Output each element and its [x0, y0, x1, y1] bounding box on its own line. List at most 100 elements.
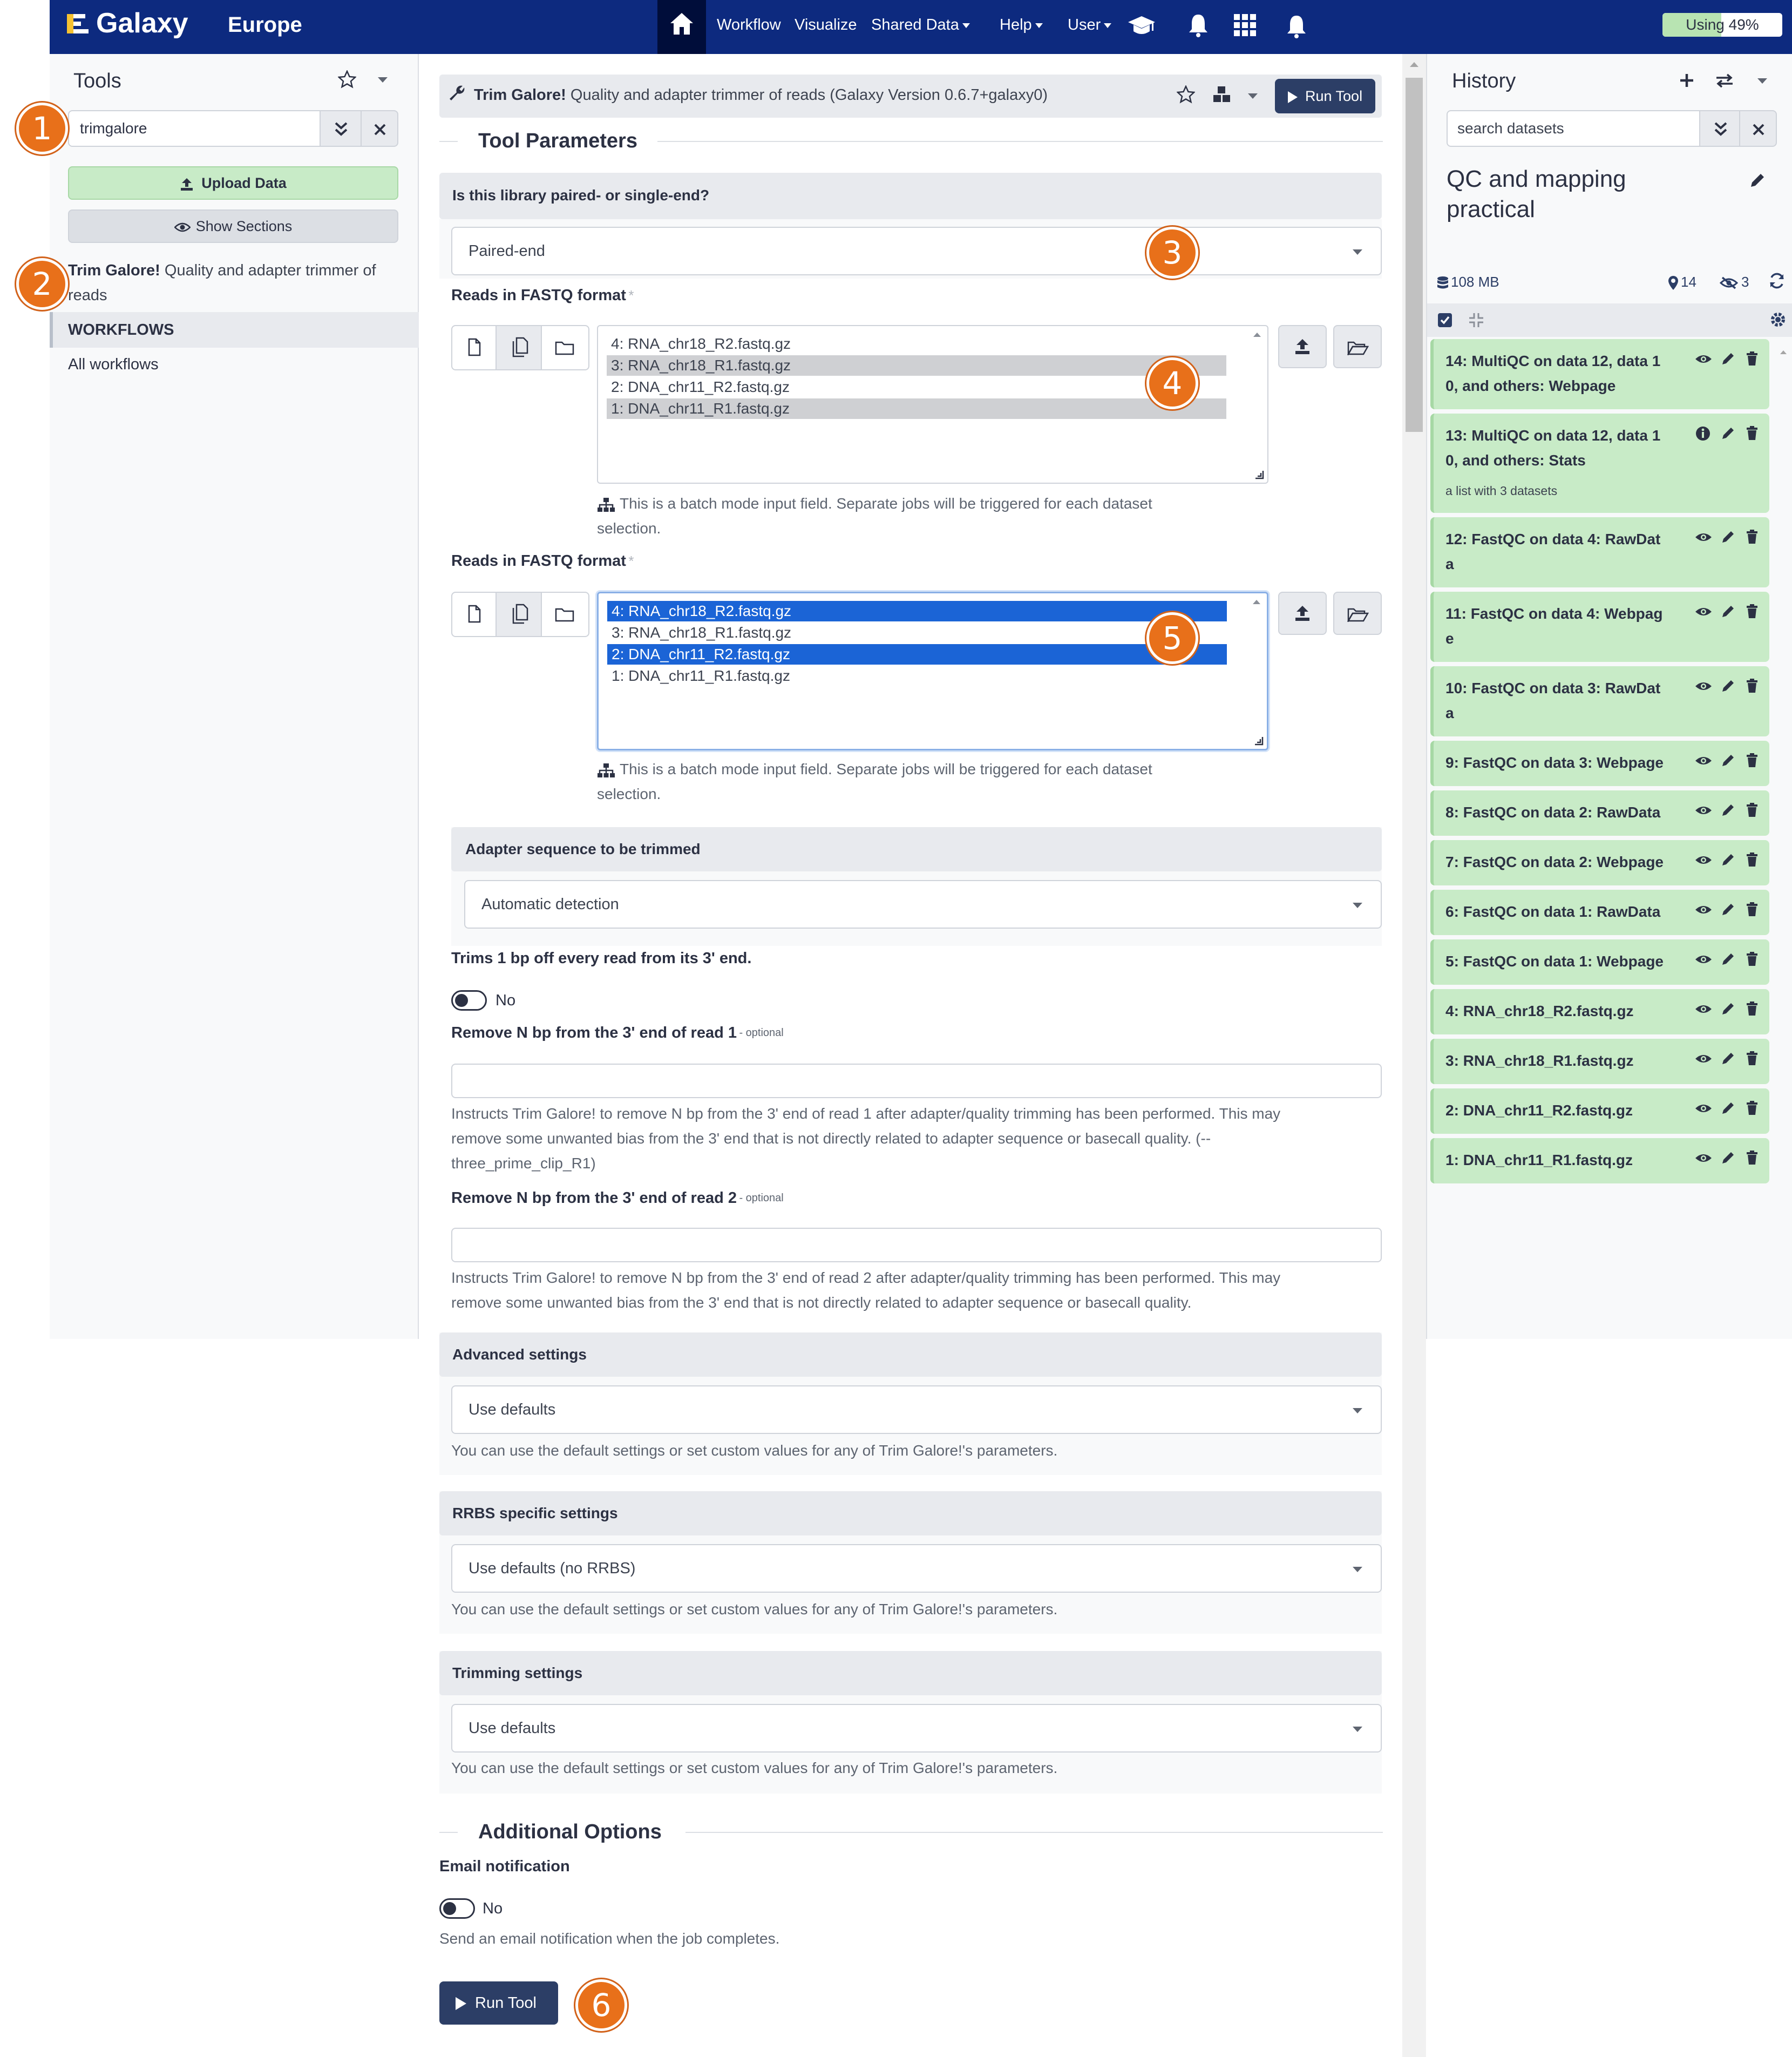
pencil-icon[interactable]: [1721, 604, 1736, 619]
galaxy-logo-icon[interactable]: [67, 13, 89, 37]
trash-icon[interactable]: [1746, 1051, 1759, 1066]
trash-icon[interactable]: [1746, 1100, 1759, 1115]
graduation-cap-icon[interactable]: [1127, 15, 1156, 37]
dataset-option[interactable]: 2: DNA_chr11_R2.fastq.gz: [607, 644, 1227, 665]
trash-icon[interactable]: [1746, 802, 1759, 817]
history-item[interactable]: 9: FastQC on data 3: Webpage: [1430, 741, 1769, 786]
history-clear-search-button[interactable]: [1739, 110, 1777, 147]
tool-versions-cubes-icon[interactable]: [1212, 85, 1232, 104]
history-item[interactable]: 2: DNA_chr11_R2.fastq.gz: [1430, 1088, 1769, 1134]
trash-icon[interactable]: [1746, 951, 1759, 966]
trimming-select[interactable]: Use defaults: [451, 1704, 1382, 1752]
history-item[interactable]: 10: FastQC on data 3: RawDat a: [1430, 666, 1769, 736]
pencil-icon[interactable]: [1721, 1001, 1736, 1016]
nav-help[interactable]: Help: [992, 0, 1050, 54]
nav-shared-data[interactable]: Shared Data: [864, 0, 978, 54]
history-item[interactable]: 3: RNA_chr18_R1.fastq.gz: [1430, 1039, 1769, 1084]
history-item[interactable]: 11: FastQC on data 4: Webpag e: [1430, 592, 1769, 662]
eye-icon[interactable]: [1695, 1152, 1712, 1164]
rrbs-select[interactable]: Use defaults (no RRBS): [451, 1544, 1382, 1593]
edit-history-pencil-icon[interactable]: [1749, 172, 1766, 189]
info-circle-icon[interactable]: [1695, 425, 1711, 442]
history-scroll-up-arrow-icon[interactable]: [1779, 349, 1788, 355]
trim1bp-toggle[interactable]: [451, 990, 487, 1011]
eye-icon[interactable]: [1695, 531, 1712, 543]
quota-meter[interactable]: Using 49%: [1662, 13, 1782, 37]
notifications-bell-icon[interactable]: [1286, 14, 1307, 39]
history-advanced-search-button[interactable]: [1699, 110, 1740, 147]
workflows-section-header[interactable]: WORKFLOWS: [50, 312, 419, 348]
pencil-icon[interactable]: [1721, 753, 1736, 768]
clear-search-button[interactable]: [361, 110, 398, 147]
nav-workflow[interactable]: Workflow: [709, 0, 789, 54]
grid-icon[interactable]: [1234, 14, 1257, 37]
tool-options-caret[interactable]: [1248, 92, 1258, 102]
email-toggle[interactable]: [439, 1898, 475, 1919]
tool-search-input[interactable]: trimgalore: [68, 110, 321, 147]
eye-icon[interactable]: [1695, 854, 1712, 866]
pencil-icon[interactable]: [1721, 351, 1736, 366]
history-item[interactable]: 8: FastQC on data 2: RawData: [1430, 790, 1769, 836]
pencil-icon[interactable]: [1721, 852, 1736, 867]
pencil-icon[interactable]: [1721, 802, 1736, 817]
trash-icon[interactable]: [1746, 753, 1759, 768]
trash-icon[interactable]: [1746, 425, 1759, 441]
history-item[interactable]: 12: FastQC on data 4: RawDat a: [1430, 517, 1769, 587]
trash-icon[interactable]: [1746, 1150, 1759, 1165]
trash-icon[interactable]: [1746, 529, 1759, 544]
multiselect-scroll-up-icon[interactable]: [1252, 599, 1261, 605]
history-item-title[interactable]: 10: FastQC on data 3: RawDat a: [1445, 676, 1688, 726]
history-item-title[interactable]: 6: FastQC on data 1: RawData: [1445, 899, 1688, 924]
history-item[interactable]: 5: FastQC on data 1: Webpage: [1430, 939, 1769, 985]
nav-visualize[interactable]: Visualize: [787, 0, 865, 54]
refresh-history-icon[interactable]: [1768, 272, 1786, 289]
hidden-count[interactable]: 3: [1720, 271, 1749, 293]
reads2-upload-button[interactable]: [1278, 592, 1327, 635]
run-tool-button-bottom[interactable]: Run Tool: [439, 1981, 558, 2025]
shown-count[interactable]: 14: [1668, 271, 1696, 293]
reads1-browse-button[interactable]: [1333, 325, 1382, 368]
scrollbar-thumb[interactable]: [1406, 78, 1423, 432]
history-item-title[interactable]: 14: MultiQC on data 12, data 1 0, and oth…: [1445, 349, 1688, 398]
eye-icon[interactable]: [1695, 680, 1712, 692]
history-item[interactable]: 7: FastQC on data 2: Webpage: [1430, 840, 1769, 885]
multiselect-scroll-up-icon[interactable]: [1252, 331, 1262, 338]
reads1-collection-button[interactable]: [541, 325, 589, 370]
trash-icon[interactable]: [1746, 852, 1759, 867]
dataset-option[interactable]: 4: RNA_chr18_R2.fastq.gz: [607, 334, 1226, 354]
history-item-title[interactable]: 4: RNA_chr18_R2.fastq.gz: [1445, 999, 1688, 1024]
history-item-title[interactable]: 7: FastQC on data 2: Webpage: [1445, 850, 1688, 875]
eye-icon[interactable]: [1695, 755, 1712, 767]
history-item-title[interactable]: 5: FastQC on data 1: Webpage: [1445, 949, 1688, 974]
dataset-option[interactable]: 4: RNA_chr18_R2.fastq.gz: [607, 601, 1227, 621]
eye-icon[interactable]: [1695, 1003, 1712, 1015]
history-item-title[interactable]: 9: FastQC on data 3: Webpage: [1445, 750, 1688, 775]
pencil-icon[interactable]: [1721, 951, 1736, 966]
history-settings-gear-icon[interactable]: [1769, 311, 1787, 328]
run-tool-button-top[interactable]: Run Tool: [1275, 79, 1375, 113]
history-item[interactable]: 6: FastQC on data 1: RawData: [1430, 890, 1769, 935]
trash-icon[interactable]: [1746, 678, 1759, 693]
trash-icon[interactable]: [1746, 902, 1759, 917]
pencil-icon[interactable]: [1721, 425, 1736, 441]
history-item-title[interactable]: 8: FastQC on data 2: RawData: [1445, 800, 1688, 825]
all-workflows-link[interactable]: All workflows: [68, 352, 159, 377]
nav-user[interactable]: User: [1060, 0, 1119, 54]
history-item-title[interactable]: 11: FastQC on data 4: Webpag e: [1445, 601, 1688, 651]
pencil-icon[interactable]: [1721, 1100, 1736, 1115]
history-item[interactable]: 4: RNA_chr18_R2.fastq.gz: [1430, 989, 1769, 1034]
resize-handle-icon[interactable]: [1253, 469, 1264, 479]
history-item[interactable]: 14: MultiQC on data 12, data 1 0, and oth…: [1430, 339, 1769, 409]
tool-favorite-star-icon[interactable]: [1177, 85, 1195, 104]
home-button[interactable]: [657, 0, 706, 54]
dataset-option[interactable]: 3: RNA_chr18_R1.fastq.gz: [607, 622, 1227, 643]
reads2-browse-button[interactable]: [1333, 592, 1382, 635]
reads2-collection-button[interactable]: [541, 592, 589, 637]
history-item-title[interactable]: 12: FastQC on data 4: RawDat a: [1445, 527, 1688, 577]
clip-r2-input[interactable]: [451, 1228, 1382, 1262]
eye-icon[interactable]: [1695, 1102, 1712, 1114]
pencil-icon[interactable]: [1721, 1051, 1736, 1066]
paired-select[interactable]: Paired-end: [451, 227, 1382, 275]
brand-title[interactable]: Galaxy: [96, 4, 188, 42]
favorite-star-icon[interactable]: [338, 70, 356, 89]
